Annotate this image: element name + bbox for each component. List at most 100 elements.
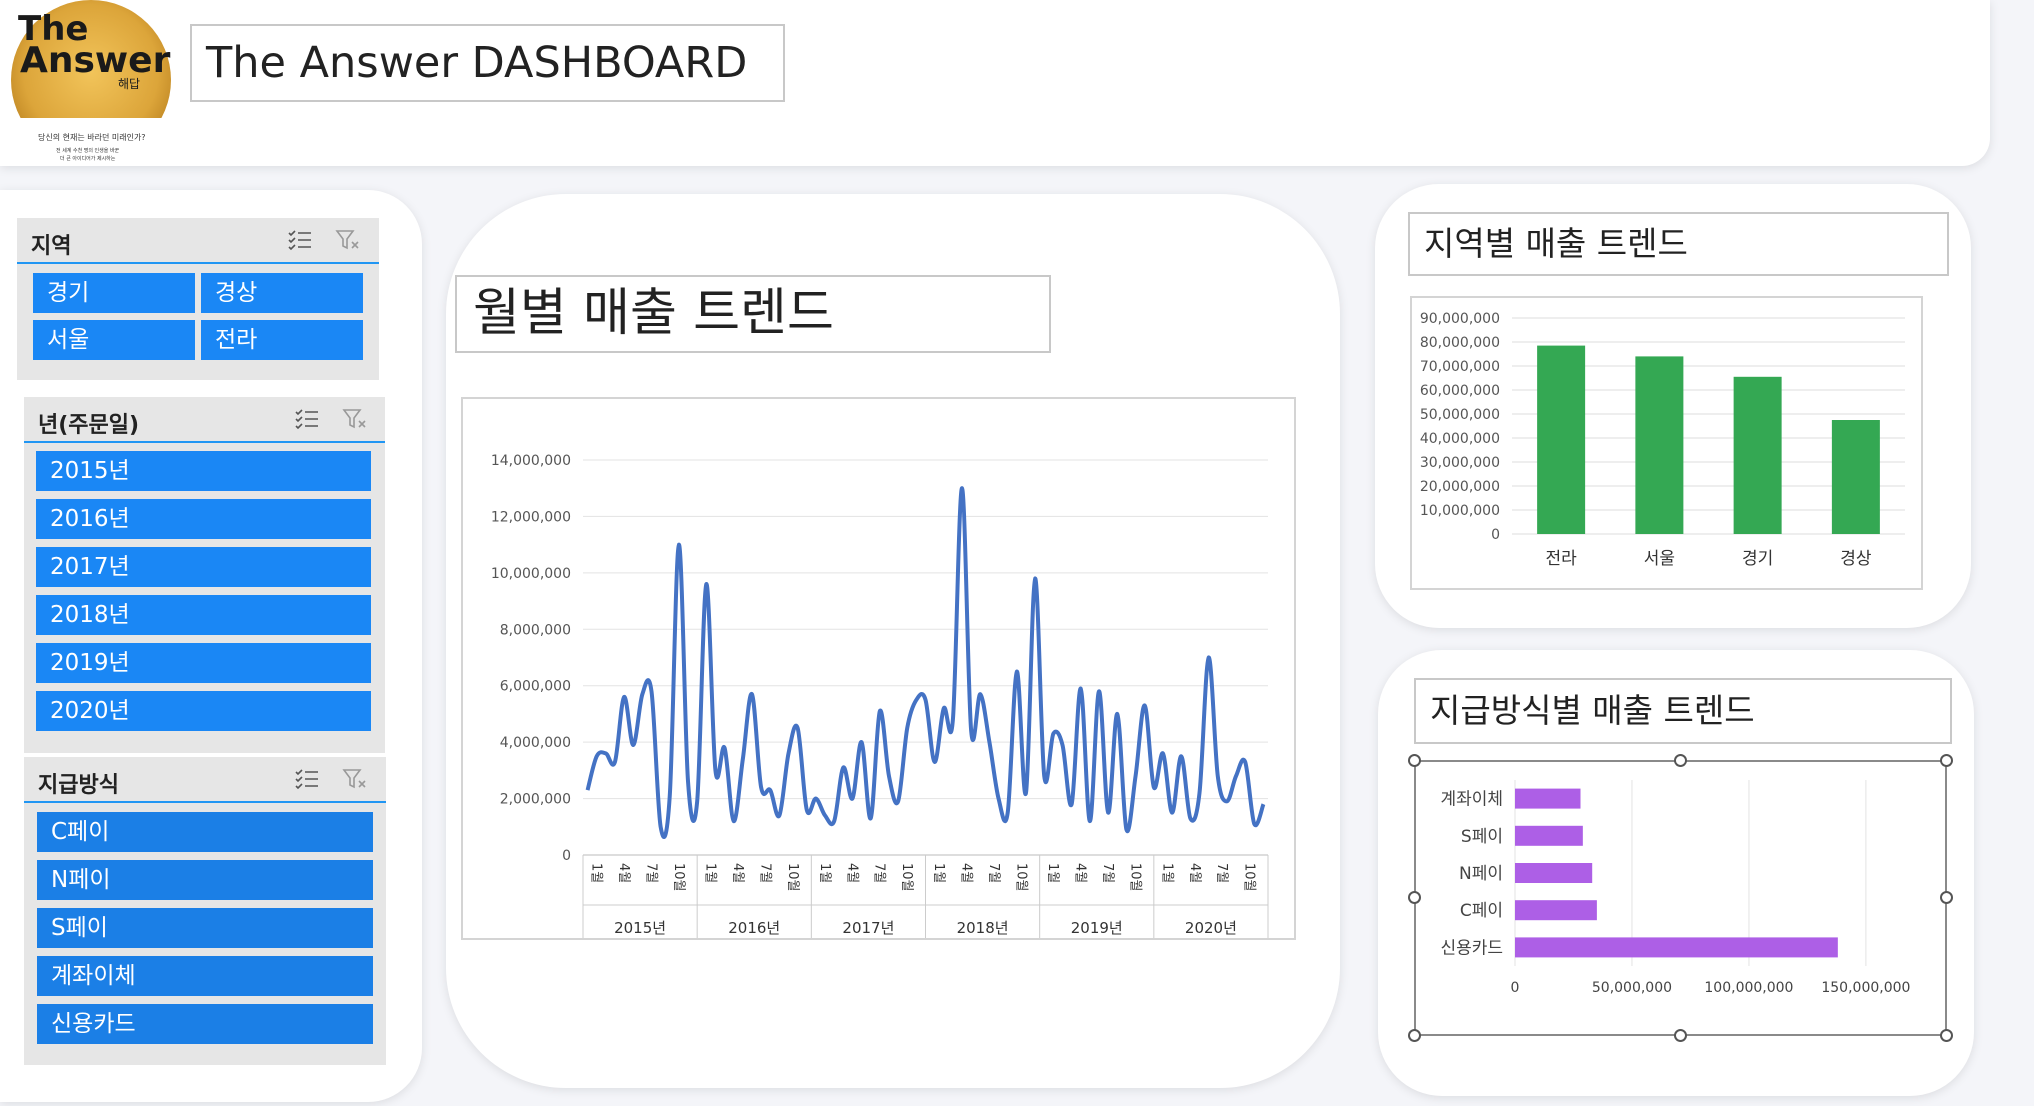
payment-bar-chart: 0 50,000,000 100,000,000 150,000,000 계좌이체 S페이… xyxy=(1440,780,1910,996)
payment-item-card[interactable]: 신용카드 xyxy=(37,1004,373,1044)
bar-3 xyxy=(1831,420,1880,534)
region-item-jeolla[interactable]: 전라 xyxy=(201,320,363,360)
year-item-2020[interactable]: 2020년 xyxy=(36,691,371,731)
logo-sub: 해답 xyxy=(118,77,140,91)
year-item-2017[interactable]: 2017년 xyxy=(36,547,371,587)
y-tick-label: 80,000,000 xyxy=(1420,335,1500,351)
month-tick-label: 4월 xyxy=(1073,863,1088,883)
month-tick-label: 1월 xyxy=(589,863,604,883)
payment-item-npay[interactable]: N페이 xyxy=(37,860,373,900)
y-tick-label: 14,000,000 xyxy=(491,453,571,469)
year-item-2016[interactable]: 2016년 xyxy=(36,499,371,539)
month-tick-label: 4월 xyxy=(730,863,745,883)
y-tick-label: 4,000,000 xyxy=(500,735,571,751)
bar-2 xyxy=(1733,376,1782,534)
bar-0 xyxy=(1515,788,1581,809)
month-tick-label: 10월 xyxy=(1013,863,1028,892)
y-tick-label: 8,000,000 xyxy=(500,622,571,638)
x-category-label: 서울 xyxy=(1644,549,1675,569)
resize-handle-ne[interactable] xyxy=(1940,754,1953,767)
bar-1 xyxy=(1635,356,1684,534)
payment-chart-frame[interactable]: 0 50,000,000 100,000,000 150,000,000 계좌이체 S페이… xyxy=(1414,760,1947,1036)
payment-item-transfer[interactable]: 계좌이체 xyxy=(37,956,373,996)
y-tick-label: 0 xyxy=(562,848,571,864)
month-tick-label: 7월 xyxy=(643,863,658,883)
y-tick-label: 0 xyxy=(1491,527,1500,543)
monthly-chart-frame[interactable]: 0 2,000,000 4,000,000 6,000,000 8,000,000 10,… xyxy=(461,397,1296,940)
bar-4 xyxy=(1515,937,1838,958)
year-item-2019[interactable]: 2019년 xyxy=(36,643,371,683)
month-tick-label: 1월 xyxy=(1045,863,1060,883)
year-group-label: 2017년 xyxy=(842,919,894,937)
logo-caption-3: 더 큰 아이디어가 제시하는 xyxy=(60,155,116,162)
y-tick-label: 40,000,000 xyxy=(1420,431,1500,447)
payment-item-cpay[interactable]: C페이 xyxy=(37,812,373,852)
payment-item-spay[interactable]: S페이 xyxy=(37,908,373,948)
y-tick-label: 70,000,000 xyxy=(1420,359,1500,375)
month-tick-label: 4월 xyxy=(1187,863,1202,883)
y-tick-label: 10,000,000 xyxy=(1420,503,1500,519)
resize-handle-w[interactable] xyxy=(1408,891,1421,904)
region-bar-chart: 0 10,000,000 20,000,000 30,000,000 40,000,00… xyxy=(1420,311,1905,569)
x-tick-label: 100,000,000 xyxy=(1704,980,1793,996)
region-chart-frame[interactable]: 0 10,000,000 20,000,000 30,000,000 40,000,00… xyxy=(1410,296,1923,590)
region-chart-title: 지역별 매출 트렌드 xyxy=(1408,212,1949,276)
y-category-label: 계좌이체 xyxy=(1440,790,1503,810)
logo-caption-1: 당신의 현재는 바라던 미래인가? xyxy=(38,132,146,142)
month-tick-label: 1월 xyxy=(931,863,946,883)
clear-filter-icon[interactable] xyxy=(335,228,361,252)
payment-slicer-header: 지급방식 xyxy=(24,757,386,803)
payment-slicer: 지급방식 C페이 N페이 S페이 계좌이체 신용카드 xyxy=(24,757,386,1065)
year-group-label: 2016년 xyxy=(728,919,780,937)
logo-answer: Answer xyxy=(20,40,171,81)
month-tick-label: 7월 xyxy=(758,863,773,883)
payment-slicer-title: 지급방식 xyxy=(38,773,119,798)
y-tick-label: 30,000,000 xyxy=(1420,455,1500,471)
resize-handle-sw[interactable] xyxy=(1408,1029,1421,1042)
multi-select-icon[interactable] xyxy=(287,228,313,252)
month-tick-label: 10월 xyxy=(1127,863,1142,892)
resize-handle-nw[interactable] xyxy=(1408,754,1421,767)
multi-select-icon[interactable] xyxy=(294,407,320,431)
region-item-gyeonggi[interactable]: 경기 xyxy=(33,273,195,313)
y-tick-label: 12,000,000 xyxy=(491,509,571,525)
payment-chart-title: 지급방식별 매출 트렌드 xyxy=(1414,678,1952,744)
y-tick-label: 90,000,000 xyxy=(1420,311,1500,327)
year-slicer-title: 년(주문일) xyxy=(38,413,140,438)
x-category-label: 경상 xyxy=(1840,549,1872,569)
region-item-gyeongsang[interactable]: 경상 xyxy=(201,273,363,313)
dashboard-title: The Answer DASHBOARD xyxy=(190,24,785,102)
resize-handle-s[interactable] xyxy=(1674,1029,1687,1042)
region-item-seoul[interactable]: 서울 xyxy=(33,320,195,360)
clear-filter-icon[interactable] xyxy=(342,407,368,431)
logo-caption-2: 전 세계 수천 명의 인생을 바꾼 xyxy=(56,147,120,154)
y-tick-label: 20,000,000 xyxy=(1420,479,1500,495)
resize-handle-se[interactable] xyxy=(1940,1029,1953,1042)
y-tick-label: 10,000,000 xyxy=(491,566,571,582)
year-group-label: 2015년 xyxy=(614,919,666,937)
bar-2 xyxy=(1515,863,1593,883)
year-item-2018[interactable]: 2018년 xyxy=(36,595,371,635)
month-tick-label: 1월 xyxy=(817,863,832,883)
clear-filter-icon[interactable] xyxy=(342,767,368,791)
header-banner: The Answer 해답 당신의 현재는 바라던 미래인가? 전 세계 수천 … xyxy=(0,0,1990,166)
monthly-chart-title: 월별 매출 트렌드 xyxy=(455,275,1051,353)
resize-handle-e[interactable] xyxy=(1940,891,1953,904)
multi-select-icon[interactable] xyxy=(294,767,320,791)
year-group-label: 2020년 xyxy=(1185,919,1237,937)
y-category-label: C페이 xyxy=(1460,901,1503,921)
month-tick-label: 10월 xyxy=(899,863,914,892)
month-tick-label: 4월 xyxy=(844,863,859,883)
month-tick-label: 4월 xyxy=(616,863,631,883)
book-logo: The Answer 해답 당신의 현재는 바라던 미래인가? 전 세계 수천 … xyxy=(8,0,174,166)
x-tick-label: 150,000,000 xyxy=(1821,980,1910,996)
y-category-label: 신용카드 xyxy=(1440,938,1503,958)
month-tick-label: 7월 xyxy=(1214,863,1229,883)
resize-handle-n[interactable] xyxy=(1674,754,1687,767)
bar-0 xyxy=(1537,345,1586,534)
month-tick-label: 7월 xyxy=(1100,863,1115,883)
year-item-2015[interactable]: 2015년 xyxy=(36,451,371,491)
year-slicer: 년(주문일) 2015년 2016년 2017년 2018년 2019년 202… xyxy=(24,397,385,753)
x-tick-label: 50,000,000 xyxy=(1592,980,1672,996)
y-category-label: S페이 xyxy=(1461,827,1503,847)
